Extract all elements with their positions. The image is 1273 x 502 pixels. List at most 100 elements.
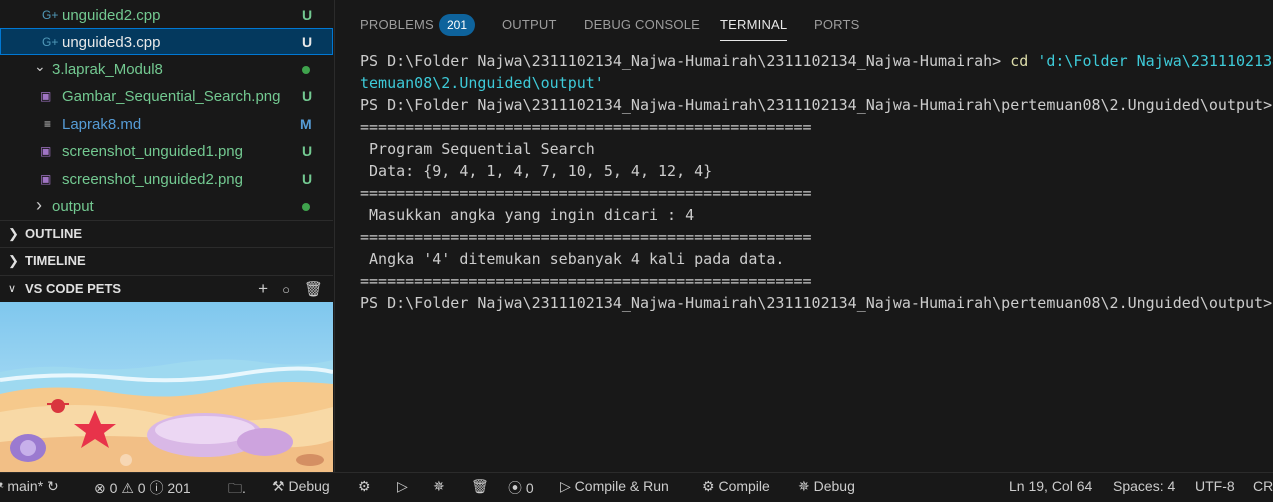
debug-status[interactable]: ⚒ Debug <box>272 478 330 495</box>
section-title: VS CODE PETS <box>25 281 122 296</box>
file-item-unguided3[interactable]: G+ unguided3.cpp U <box>0 28 333 55</box>
folder-icon[interactable]: 🗀. <box>228 478 246 502</box>
outline-section-header[interactable]: ❯ OUTLINE <box>0 220 333 247</box>
compile-button[interactable]: ⚙ Compile <box>702 478 770 495</box>
chevron-down-icon: ⌄ <box>34 58 46 74</box>
git-status-badge: U <box>302 143 313 159</box>
pets-beach-scene <box>0 302 333 472</box>
git-status-badge: M <box>300 116 312 132</box>
file-name: screenshot_unguided1.png <box>62 143 243 160</box>
command-text: cd <box>1010 52 1038 70</box>
file-item-screenshot2[interactable]: ▣ screenshot_unguided2.png U <box>0 166 333 193</box>
bug-icon[interactable]: ✵ <box>433 478 445 495</box>
section-title: OUTLINE <box>25 226 83 241</box>
pets-actions: + ○ 🗑 <box>244 276 323 303</box>
folder-name: 3.laprak_Modul8 <box>52 61 163 78</box>
prompt-text: PS D:\Folder Najwa\2311102134_Najwa-Huma… <box>360 52 1011 70</box>
git-status-badge: U <box>302 88 313 104</box>
file-item-laprak8[interactable]: ≡ Laprak8.md M <box>0 111 333 138</box>
debug-label: Debug <box>288 478 330 494</box>
file-name: unguided3.cpp <box>62 34 161 51</box>
cursor-position[interactable]: Ln 19, Col 64 <box>1009 478 1092 494</box>
tab-ports[interactable]: PORTS <box>814 17 860 32</box>
problems-count-badge: 201 <box>439 14 476 36</box>
chevron-down-icon: ∨ <box>8 283 17 295</box>
pets-section-header[interactable]: ∨ VS CODE PETS + ○ 🗑 <box>0 275 333 302</box>
result-line: Angka '4' ditemukan sebanyak 4 kali pada… <box>360 250 785 268</box>
add-icon[interactable]: + <box>258 279 268 298</box>
cpp-file-icon: G+ <box>42 8 59 22</box>
warning-icon: ⚠ <box>121 480 134 496</box>
folder-item-laprak-modul8[interactable]: ⌄ 3.laprak_Modul8 <box>0 56 333 83</box>
eol-status[interactable]: CR <box>1253 478 1273 494</box>
bottom-panel: PROBLEMS 201 OUTPUT DEBUG CONSOLE TERMIN… <box>334 0 1273 472</box>
chevron-right-icon: ❯ <box>8 253 19 268</box>
program-title: Program Sequential Search <box>360 140 595 158</box>
ball-icon[interactable]: ○ <box>282 282 290 297</box>
broadcast-icon: ⦿ <box>508 480 522 496</box>
status-bar: ᵜ main* ↻ ⊗ 0 ⚠ 0 ⓘ 201 🗀. ⚒ Debug ⚙ ▷ ✵… <box>0 472 1273 501</box>
terminal-line: PS D:\Folder Najwa\2311102134_Najwa-Huma… <box>360 52 1273 70</box>
file-item-gambar-sequential[interactable]: ▣ Gambar_Sequential_Search.png U <box>0 83 333 110</box>
trash-icon[interactable]: 🗑 <box>304 281 323 298</box>
encoding-status[interactable]: UTF-8 <box>1195 478 1235 494</box>
sync-icon[interactable]: ↻ <box>47 478 59 494</box>
error-icon: ⊗ <box>94 480 106 496</box>
cpp-file-icon: G+ <box>42 35 59 49</box>
problems-status[interactable]: ⊗ 0 ⚠ 0 ⓘ 201 <box>94 478 191 498</box>
compile-label: Compile <box>718 478 770 494</box>
git-status-badge: U <box>302 34 313 50</box>
separator-line: ========================================… <box>360 118 812 136</box>
branch-status[interactable]: ᵜ main* ↻ <box>0 478 59 495</box>
folder-item-output[interactable]: › output <box>0 193 333 220</box>
tab-terminal[interactable]: TERMINAL <box>720 17 788 41</box>
gear-icon: ⚙ <box>702 478 715 494</box>
image-file-icon: ▣ <box>40 144 52 158</box>
file-name: Laprak8.md <box>62 116 142 133</box>
ports-count: 0 <box>525 480 534 496</box>
file-name: unguided2.cpp <box>62 7 161 24</box>
git-status-dot <box>302 66 310 74</box>
ports-status[interactable]: ⦿ 0 <box>508 478 534 498</box>
git-status-badge: U <box>302 171 313 187</box>
play-icon: ▷ <box>560 478 571 494</box>
trash-icon[interactable]: 🗑 <box>471 478 489 495</box>
panel-tabs: PROBLEMS 201 OUTPUT DEBUG CONSOLE TERMIN… <box>335 0 1273 44</box>
section-title: TIMELINE <box>25 253 86 268</box>
image-file-icon: ▣ <box>40 172 52 186</box>
tools-icon: ⚒ <box>272 478 285 494</box>
git-status-badge: U <box>302 7 313 23</box>
indentation-status[interactable]: Spaces: 4 <box>1113 478 1175 494</box>
bug-icon: ✵ <box>798 478 810 494</box>
git-status-dot <box>302 203 310 211</box>
info-icon: ⓘ <box>149 480 164 496</box>
folder-name: output <box>52 198 94 215</box>
chevron-right-icon: ❯ <box>8 226 19 241</box>
debug-button[interactable]: ✵ Debug <box>798 478 855 495</box>
play-icon[interactable]: ▷ <box>397 478 408 495</box>
compile-run-label: Compile & Run <box>574 478 669 494</box>
file-item-screenshot1[interactable]: ▣ screenshot_unguided1.png U <box>0 138 333 165</box>
compile-run-button[interactable]: ▷ Compile & Run <box>560 478 669 495</box>
explorer-sidebar: G+ unguided2.cpp U G+ unguided3.cpp U ⌄ … <box>0 0 333 472</box>
markdown-file-icon: ≡ <box>44 117 52 131</box>
branch-name: main* <box>7 478 44 494</box>
timeline-section-header[interactable]: ❯ TIMELINE <box>0 247 333 274</box>
image-file-icon: ▣ <box>40 89 52 103</box>
terminal-line: temuan08\2.Unguided\output' <box>360 74 604 92</box>
gear-icon[interactable]: ⚙ <box>358 478 371 495</box>
error-count: 0 <box>109 480 118 496</box>
tab-problems[interactable]: PROBLEMS <box>360 17 434 32</box>
info-count: 201 <box>167 480 191 496</box>
terminal-line: PS D:\Folder Najwa\2311102134_Najwa-Huma… <box>360 294 1273 312</box>
file-item-unguided2[interactable]: G+ unguided2.cpp U <box>0 2 333 29</box>
git-branch-icon: ᵜ <box>0 478 4 494</box>
tab-debug-console[interactable]: DEBUG CONSOLE <box>584 17 700 32</box>
terminal-line: PS D:\Folder Najwa\2311102134_Najwa-Huma… <box>360 96 1273 114</box>
input-line: Masukkan angka yang ingin dicari : 4 <box>360 206 695 224</box>
warning-count: 0 <box>137 480 146 496</box>
separator-line: ========================================… <box>360 228 812 246</box>
file-name: screenshot_unguided2.png <box>62 171 243 188</box>
chevron-right-icon: › <box>36 195 42 215</box>
tab-output[interactable]: OUTPUT <box>502 17 557 32</box>
